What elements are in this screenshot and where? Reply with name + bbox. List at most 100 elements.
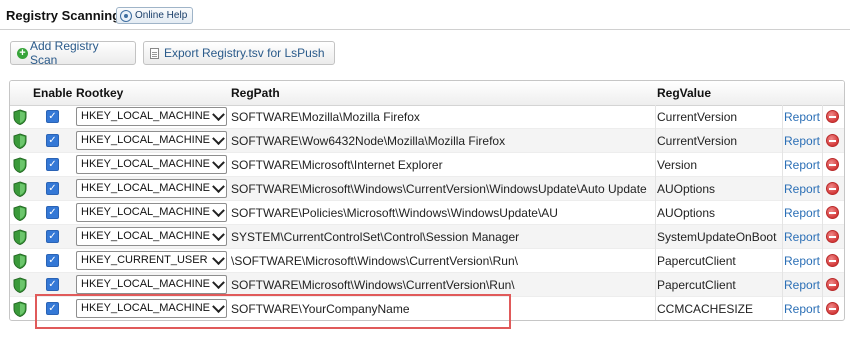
rootkey-select[interactable]: HKEY_LOCAL_MACHINE	[76, 155, 227, 174]
report-link[interactable]: Report	[784, 297, 820, 320]
delete-icon[interactable]	[826, 158, 839, 171]
regvalue-cell[interactable]: CurrentVersion	[657, 129, 782, 153]
regvalue-cell[interactable]: PapercutClient	[657, 273, 782, 297]
enable-checkbox[interactable]: ✓	[46, 230, 59, 243]
delete-icon[interactable]	[826, 182, 839, 195]
regpath-cell[interactable]: SOFTWARE\Policies\Microsoft\Windows\Wind…	[231, 201, 655, 225]
chevron-down-icon	[212, 276, 225, 290]
rootkey-select[interactable]: HKEY_LOCAL_MACHINE	[76, 203, 227, 222]
regpath-cell[interactable]: SYSTEM\CurrentControlSet\Control\Session…	[231, 225, 655, 249]
enable-checkbox[interactable]: ✓	[46, 254, 59, 267]
grid-header: Enable Rootkey RegPath RegValue	[10, 81, 844, 106]
regvalue-cell[interactable]: AUOptions	[657, 201, 782, 225]
report-link[interactable]: Report	[784, 105, 820, 129]
regvalue-cell[interactable]: CurrentVersion	[657, 105, 782, 129]
enable-checkbox[interactable]: ✓	[46, 278, 59, 291]
delete-icon[interactable]	[826, 254, 839, 267]
export-registry-label: Export Registry.tsv for LsPush	[164, 46, 325, 60]
delete-icon[interactable]	[826, 134, 839, 147]
online-help-button[interactable]: Online Help	[116, 7, 194, 24]
column-divider	[822, 105, 823, 320]
report-link[interactable]: Report	[784, 201, 820, 225]
help-icon	[120, 9, 132, 22]
online-help-label: Online Help	[135, 10, 188, 21]
rootkey-select[interactable]: HKEY_LOCAL_MACHINE	[76, 299, 227, 318]
rootkey-value: HKEY_LOCAL_MACHINE	[81, 110, 210, 122]
chevron-down-icon	[212, 132, 225, 146]
registry-grid: Enable Rootkey RegPath RegValue ✓ HKEY_LO…	[9, 80, 845, 321]
rootkey-select[interactable]: HKEY_LOCAL_MACHINE	[76, 275, 227, 294]
rootkey-select[interactable]: HKEY_CURRENT_USER	[76, 251, 227, 270]
report-link[interactable]: Report	[784, 273, 820, 297]
chevron-down-icon	[212, 108, 225, 122]
report-link[interactable]: Report	[784, 153, 820, 177]
table-row: ✓ HKEY_LOCAL_MACHINE SOFTWARE\Mozilla\Mozi…	[10, 105, 844, 129]
add-registry-scan-label: Add Registry Scan	[29, 39, 99, 67]
report-link[interactable]: Report	[784, 225, 820, 249]
rootkey-value: HKEY_LOCAL_MACHINE	[81, 182, 210, 194]
shield-icon[interactable]	[13, 181, 27, 198]
shield-icon[interactable]	[13, 253, 27, 270]
table-row: ✓ HKEY_LOCAL_MACHINE SOFTWARE\Microsoft\Wi…	[10, 273, 844, 297]
regvalue-cell[interactable]: AUOptions	[657, 177, 782, 201]
regvalue-cell[interactable]: PapercutClient	[657, 249, 782, 273]
regpath-cell[interactable]: SOFTWARE\Wow6432Node\Mozilla\Mozilla Fir…	[231, 129, 655, 153]
enable-checkbox[interactable]: ✓	[46, 182, 59, 195]
rootkey-value: HKEY_LOCAL_MACHINE	[81, 206, 210, 218]
rootkey-select[interactable]: HKEY_LOCAL_MACHINE	[76, 227, 227, 246]
export-registry-button[interactable]: Export Registry.tsv for LsPush	[143, 41, 335, 65]
delete-icon[interactable]	[826, 278, 839, 291]
chevron-down-icon	[212, 156, 225, 170]
regpath-cell[interactable]: \SOFTWARE\Microsoft\Windows\CurrentVersi…	[231, 249, 655, 273]
regpath-cell[interactable]: SOFTWARE\Microsoft\Internet Explorer	[231, 153, 655, 177]
column-header-enable[interactable]: Enable	[33, 86, 72, 100]
column-header-regpath[interactable]: RegPath	[231, 86, 280, 100]
shield-icon[interactable]	[13, 229, 27, 246]
rootkey-select[interactable]: HKEY_LOCAL_MACHINE	[76, 131, 227, 150]
column-header-regvalue[interactable]: RegValue	[657, 86, 711, 100]
rootkey-select[interactable]: HKEY_LOCAL_MACHINE	[76, 179, 227, 198]
regpath-cell[interactable]: SOFTWARE\YourCompanyName	[231, 297, 655, 320]
enable-checkbox[interactable]: ✓	[46, 134, 59, 147]
add-registry-scan-button[interactable]: + Add Registry Scan	[10, 39, 136, 67]
table-row: ✓ HKEY_LOCAL_MACHINE SOFTWARE\Policies\Mic…	[10, 201, 844, 225]
delete-icon[interactable]	[826, 206, 839, 219]
enable-checkbox[interactable]: ✓	[46, 206, 59, 219]
table-row: ✓ HKEY_LOCAL_MACHINE SYSTEM\CurrentControl…	[10, 225, 844, 249]
shield-icon[interactable]	[13, 277, 27, 294]
rootkey-value: HKEY_LOCAL_MACHINE	[81, 230, 210, 242]
delete-icon[interactable]	[826, 230, 839, 243]
regpath-cell[interactable]: SOFTWARE\Microsoft\Windows\CurrentVersio…	[231, 177, 655, 201]
column-header-rootkey[interactable]: Rootkey	[76, 86, 123, 100]
table-row: ✓ HKEY_CURRENT_USER \SOFTWARE\Microsoft\Wi…	[10, 249, 844, 273]
plus-icon: +	[17, 47, 28, 59]
enable-checkbox[interactable]: ✓	[46, 302, 59, 315]
rootkey-value: HKEY_CURRENT_USER	[81, 254, 208, 266]
delete-icon[interactable]	[826, 110, 839, 123]
chevron-down-icon	[212, 204, 225, 218]
table-row: ✓ HKEY_LOCAL_MACHINE SOFTWARE\Microsoft\Wi…	[10, 177, 844, 201]
shield-icon[interactable]	[13, 157, 27, 174]
report-link[interactable]: Report	[784, 129, 820, 153]
shield-icon[interactable]	[13, 133, 27, 150]
regpath-cell[interactable]: SOFTWARE\Microsoft\Windows\CurrentVersio…	[231, 273, 655, 297]
report-link[interactable]: Report	[784, 249, 820, 273]
chevron-down-icon	[212, 228, 225, 242]
report-link[interactable]: Report	[784, 177, 820, 201]
table-row: ✓ HKEY_LOCAL_MACHINE SOFTWARE\Microsoft\In…	[10, 153, 844, 177]
chevron-down-icon	[212, 252, 225, 266]
document-icon	[150, 47, 159, 59]
rootkey-value: HKEY_LOCAL_MACHINE	[81, 158, 210, 170]
enable-checkbox[interactable]: ✓	[46, 158, 59, 171]
regvalue-cell[interactable]: SystemUpdateOnBoot	[657, 225, 782, 249]
shield-icon[interactable]	[13, 109, 27, 126]
delete-icon[interactable]	[826, 302, 839, 315]
shield-icon[interactable]	[13, 301, 27, 318]
enable-checkbox[interactable]: ✓	[46, 110, 59, 123]
rootkey-value: HKEY_LOCAL_MACHINE	[81, 134, 210, 146]
regvalue-cell[interactable]: Version	[657, 153, 782, 177]
regvalue-cell[interactable]: CCMCACHESIZE	[657, 297, 782, 320]
rootkey-select[interactable]: HKEY_LOCAL_MACHINE	[76, 107, 227, 126]
shield-icon[interactable]	[13, 205, 27, 222]
regpath-cell[interactable]: SOFTWARE\Mozilla\Mozilla Firefox	[231, 105, 655, 129]
